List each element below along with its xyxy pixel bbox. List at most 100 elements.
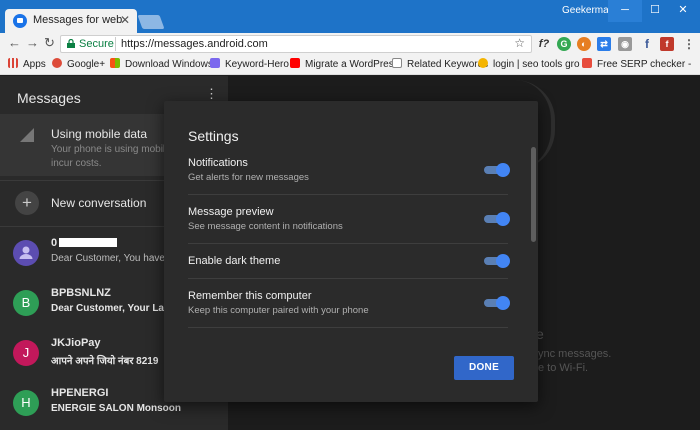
- secure-label: Secure: [79, 38, 114, 50]
- tab-close-icon[interactable]: ✕: [120, 13, 130, 27]
- bookmark-label: Download Windows: [125, 59, 213, 70]
- close-window-button[interactable]: ✕: [666, 0, 700, 22]
- new-tab-button[interactable]: [137, 15, 165, 29]
- avatar: J: [13, 340, 39, 366]
- grammarly-extension-icon[interactable]: G: [557, 37, 571, 51]
- toggle-thumb: [496, 296, 510, 310]
- setting-dark-theme: Enable dark theme: [188, 255, 508, 267]
- bookmark-download-windows[interactable]: Download Windows: [110, 58, 213, 70]
- facebook-red-extension-icon[interactable]: f: [660, 37, 674, 51]
- browser-tab[interactable]: Messages for web ✕: [5, 9, 137, 33]
- browser-titlebar: Messages for web ✕ Geekermag ─ ☐ ✕: [0, 0, 700, 33]
- reload-icon[interactable]: ↻: [44, 35, 55, 51]
- google-plus-icon: [52, 58, 62, 68]
- profile-name[interactable]: Geekermag: [562, 5, 614, 16]
- remember-computer-toggle[interactable]: [482, 296, 510, 310]
- conversation-name: BPBSNLNZ: [51, 287, 111, 299]
- more-options-icon[interactable]: ⋮: [205, 86, 218, 102]
- setting-title: Remember this computer: [188, 290, 312, 302]
- url-separator: [115, 37, 116, 51]
- background-text-fragment: e to Wi-Fi.: [538, 362, 589, 374]
- avatar: B: [13, 290, 39, 316]
- conversation-snippet: आपने अपने जियो नंबर 8219: [51, 356, 159, 367]
- bookmark-label: login | seo tools gro: [493, 59, 580, 70]
- url-text[interactable]: https://messages.android.com: [121, 38, 268, 50]
- bookmark-migrate-wordpress[interactable]: Migrate a WordPress: [290, 58, 399, 70]
- keyword-hero-icon: [210, 58, 220, 68]
- camera-extension-icon[interactable]: ◉: [618, 37, 632, 51]
- message-preview-toggle[interactable]: [482, 212, 510, 226]
- redacted-number: [59, 238, 118, 247]
- formula-extension-icon[interactable]: f?: [537, 37, 551, 51]
- toggle-thumb: [496, 254, 510, 268]
- bookmark-seo-tools[interactable]: login | seo tools gro: [478, 58, 580, 70]
- page-icon: [392, 58, 402, 68]
- bookmark-label: Apps: [23, 59, 46, 70]
- setting-subtitle: See message content in notifications: [188, 221, 343, 232]
- divider: [188, 327, 508, 328]
- mobile-data-title: Using mobile data: [51, 127, 148, 141]
- person-avatar-icon: [13, 240, 39, 266]
- bookmark-label: Keyword-Hero: [225, 59, 289, 70]
- toggle-thumb: [496, 212, 510, 226]
- setting-subtitle: Keep this computer paired with your phon…: [188, 305, 369, 316]
- setting-title: Enable dark theme: [188, 255, 281, 267]
- bookmark-apps[interactable]: Apps: [8, 58, 46, 70]
- divider: [188, 278, 508, 279]
- minimize-button[interactable]: ─: [608, 0, 642, 22]
- bookmarks-bar: Apps Google+ Download Windows Keyword-He…: [0, 55, 700, 75]
- bookmark-serp-checker[interactable]: Free SERP checker -: [582, 58, 691, 70]
- seo-tools-icon: [478, 58, 488, 68]
- bookmark-keyword-hero[interactable]: Keyword-Hero: [210, 58, 289, 70]
- divider: [188, 243, 508, 244]
- windows-icon: [110, 58, 120, 68]
- plus-icon[interactable]: +: [15, 191, 39, 215]
- background-text-fragment: ync messages.: [538, 348, 612, 360]
- bookmark-star-icon[interactable]: ☆: [514, 36, 525, 50]
- forward-icon[interactable]: →: [26, 35, 39, 50]
- dialog-title: Settings: [188, 128, 239, 144]
- setting-remember-computer: Remember this computer Keep this compute…: [188, 290, 508, 316]
- setting-title: Message preview: [188, 206, 274, 218]
- back-icon[interactable]: ←: [8, 35, 21, 50]
- new-conversation-button[interactable]: New conversation: [51, 196, 146, 210]
- conversation-snippet: ENERGIE SALON Monsoon: [51, 403, 181, 414]
- setting-title: Notifications: [188, 157, 248, 169]
- setting-notifications: Notifications Get alerts for new message…: [188, 157, 508, 183]
- facebook-extension-icon[interactable]: f: [640, 37, 654, 51]
- bookmark-label: Migrate a WordPress: [305, 59, 399, 70]
- divider: [188, 194, 508, 195]
- conversation-name: 0: [51, 237, 118, 249]
- browser-toolbar: ← → ↻ Secure https://messages.android.co…: [0, 33, 700, 55]
- conversation-name: JKJioPay: [51, 337, 101, 349]
- browser-menu-icon[interactable]: ⋮: [682, 37, 696, 51]
- conversation-snippet: Dear Customer, Your Landli: [51, 303, 182, 314]
- conversation-snippet: Dear Customer, You have a: [51, 253, 174, 264]
- bookmark-label: Related Keywords: [407, 59, 489, 70]
- notifications-toggle[interactable]: [482, 163, 510, 177]
- bookmark-google-plus[interactable]: Google+: [52, 58, 105, 70]
- serp-checker-icon: [582, 58, 592, 68]
- address-bar[interactable]: Secure https://messages.android.com ☆: [60, 35, 532, 53]
- bookmark-label: Free SERP checker -: [597, 59, 692, 70]
- lock-icon: [67, 39, 75, 48]
- settings-dialog: Settings Notifications Get alerts for ne…: [164, 101, 538, 402]
- dialog-scrollbar[interactable]: [531, 147, 536, 242]
- signal-icon: [20, 128, 34, 142]
- extension-icon[interactable]: ◐: [577, 37, 591, 51]
- setting-message-preview: Message preview See message content in n…: [188, 206, 508, 232]
- avatar: H: [13, 390, 39, 416]
- done-button[interactable]: DONE: [454, 356, 514, 380]
- bookmark-label: Google+: [67, 59, 106, 70]
- translate-extension-icon[interactable]: ⇄: [597, 37, 611, 51]
- toggle-thumb: [496, 163, 510, 177]
- bookmark-related-keywords[interactable]: Related Keywords: [392, 58, 488, 70]
- youtube-icon: [290, 58, 300, 68]
- conversation-name: HPENERGI: [51, 387, 109, 399]
- tab-title: Messages for web: [33, 14, 123, 26]
- setting-subtitle: Get alerts for new messages: [188, 172, 309, 183]
- sidebar-title: Messages: [17, 90, 81, 106]
- apps-grid-icon: [8, 58, 18, 68]
- dark-theme-toggle[interactable]: [482, 254, 510, 268]
- messages-favicon-icon: [13, 14, 27, 28]
